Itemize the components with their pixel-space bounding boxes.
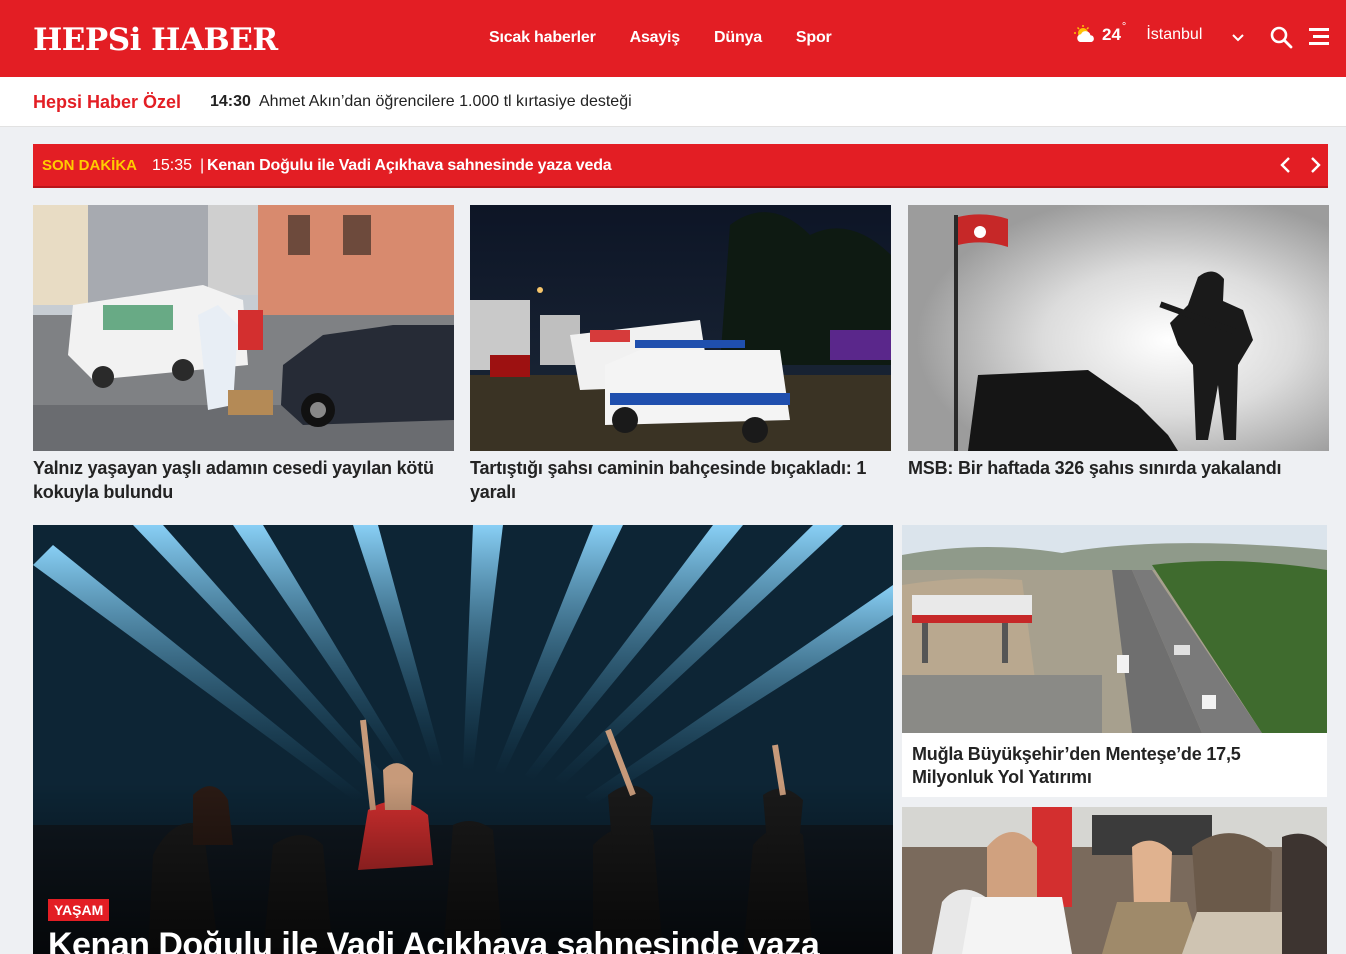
news-card-title[interactable]: Yalnız yaşayan yaşlı adamın cesedi yayıl…: [33, 456, 454, 504]
hamburger-menu-icon[interactable]: [1309, 26, 1329, 48]
news-card[interactable]: MSB: Bir haftada 326 şahıs sınırda yakal…: [908, 205, 1329, 480]
weather-widget[interactable]: 24 ° İstanbul: [1074, 21, 1202, 45]
news-card[interactable]: Yalnız yaşayan yaşlı adamın cesedi yayıl…: [33, 205, 454, 504]
chevron-right-icon[interactable]: [1305, 154, 1325, 176]
breaking-time: 15:35: [152, 157, 193, 174]
nav-item-sicak-haberler[interactable]: Sıcak haberler: [489, 26, 596, 50]
special-label[interactable]: Hepsi Haber Özel: [33, 90, 181, 114]
main-nav: Sıcak haberler Asayiş Dünya Spor: [489, 26, 866, 50]
side-news-image-road[interactable]: [902, 525, 1327, 733]
chevron-down-icon[interactable]: [1230, 30, 1246, 46]
side-news-image-people[interactable]: [902, 807, 1327, 954]
news-image-police-night[interactable]: [470, 205, 891, 451]
hero-title[interactable]: Kenan Doğulu ile Vadi Açıkhava sahnesind…: [48, 925, 820, 954]
breaking-headline[interactable]: Kenan Doğulu ile Vadi Açıkhava sahnesind…: [207, 155, 612, 177]
side-news-title[interactable]: Muğla Büyükşehir’den Menteşe’de 17,5 Mil…: [912, 743, 1312, 789]
chevron-left-icon[interactable]: [1276, 154, 1296, 176]
site-header: HEPSi HABER Sıcak haberler Asayiş Dünya …: [0, 0, 1346, 77]
search-icon[interactable]: [1269, 25, 1293, 49]
nav-item-asayis[interactable]: Asayiş: [630, 26, 681, 50]
breaking-separator: |: [200, 157, 205, 174]
breaking-tag: SON DAKİKA: [42, 157, 138, 174]
nav-item-dunya[interactable]: Dünya: [714, 26, 762, 50]
site-logo[interactable]: HEPSi HABER: [33, 20, 278, 60]
special-headline[interactable]: Ahmet Akın’dan öğrencilere 1.000 tl kırt…: [259, 91, 632, 113]
partly-cloudy-icon: [1074, 25, 1098, 45]
side-news-card[interactable]: [902, 807, 1327, 954]
news-card-title[interactable]: Tartıştığı şahsı caminin bahçesinde bıça…: [470, 456, 891, 504]
hero-image-concert[interactable]: [33, 525, 893, 954]
weather-degree: °: [1121, 21, 1127, 33]
hero-category-badge[interactable]: YAŞAM: [48, 899, 110, 921]
news-card-title[interactable]: MSB: Bir haftada 326 şahıs sınırda yakal…: [908, 456, 1329, 480]
side-news-card[interactable]: Muğla Büyükşehir’den Menteşe’de 17,5 Mil…: [902, 525, 1327, 797]
news-image-soldier-silhouette[interactable]: [908, 205, 1329, 451]
breaking-news-ticker: SON DAKİKA 15:35 | Kenan Doğulu ile Vadi…: [33, 144, 1328, 188]
special-news-bar: Hepsi Haber Özel 14:30 Ahmet Akın’dan öğ…: [0, 77, 1346, 127]
nav-item-spor[interactable]: Spor: [796, 26, 832, 50]
special-time: 14:30: [210, 93, 251, 110]
news-card[interactable]: Tartıştığı şahsı caminin bahçesinde bıça…: [470, 205, 891, 504]
hero-news[interactable]: YAŞAM Kenan Doğulu ile Vadi Açıkhava sah…: [33, 525, 893, 954]
weather-temp: 24: [1102, 25, 1121, 44]
weather-city[interactable]: İstanbul: [1146, 26, 1202, 44]
news-image-street-scene[interactable]: [33, 205, 454, 451]
